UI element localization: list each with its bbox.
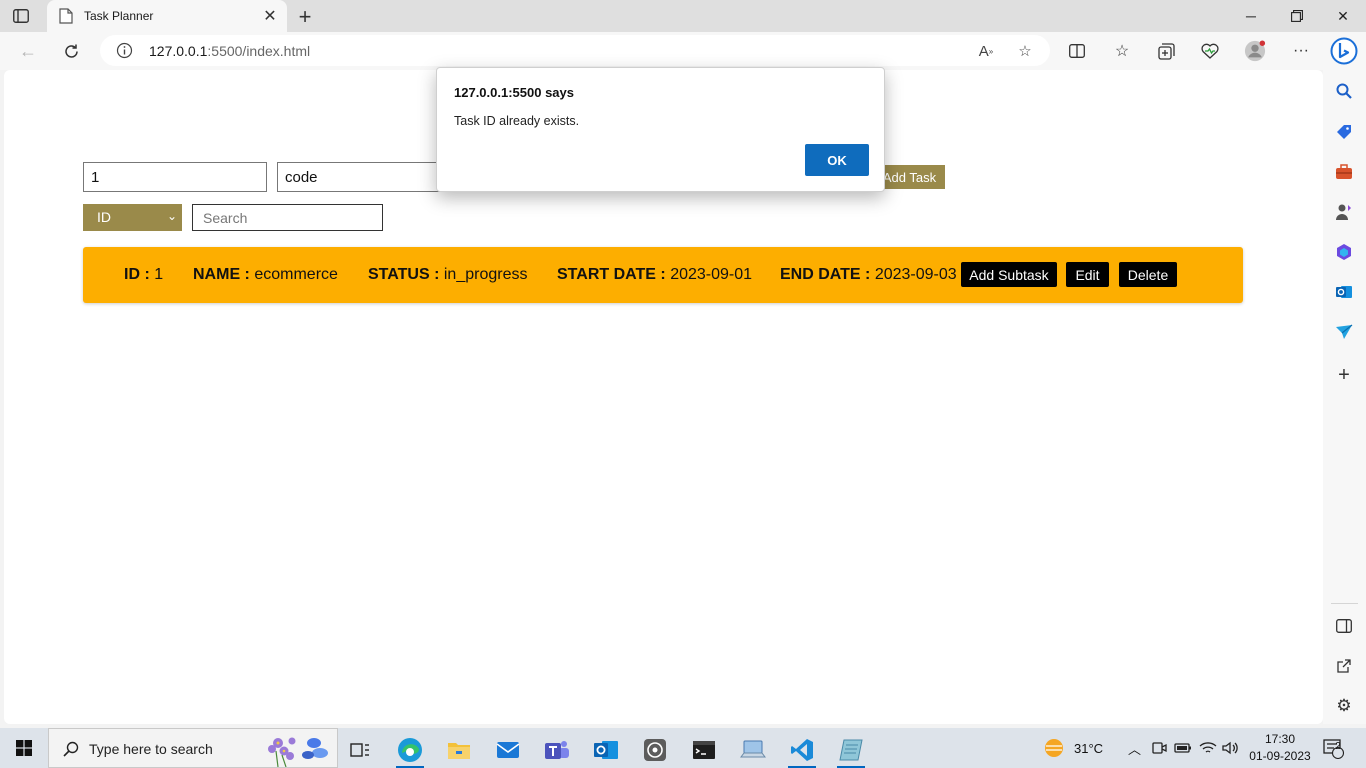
delete-button[interactable]: Delete bbox=[1119, 262, 1177, 287]
tab-actions-icon[interactable] bbox=[12, 7, 30, 25]
close-window-button[interactable]: ✕ bbox=[1320, 0, 1366, 32]
microsoft-365-icon[interactable] bbox=[1333, 241, 1355, 263]
search-icon bbox=[61, 739, 81, 759]
browser-title-bar: Task Planner ✕ + ─ ✕ bbox=[0, 0, 1366, 32]
refresh-button[interactable] bbox=[58, 38, 84, 64]
filter-select-value: ID bbox=[97, 209, 111, 225]
split-screen-icon[interactable] bbox=[1066, 40, 1088, 62]
tools-briefcase-icon[interactable] bbox=[1333, 161, 1355, 183]
dialog-message: Task ID already exists. bbox=[454, 114, 580, 128]
address-bar[interactable]: 127.0.0.1:5500/index.html A» ☆ bbox=[100, 35, 1050, 66]
read-aloud-icon[interactable]: A» bbox=[975, 40, 997, 62]
volume-icon[interactable] bbox=[1221, 728, 1239, 768]
page-icon bbox=[59, 8, 75, 24]
battery-icon[interactable] bbox=[1174, 728, 1192, 768]
add-sidebar-app-icon[interactable]: + bbox=[1333, 364, 1355, 386]
notification-count: 2 bbox=[1335, 741, 1341, 752]
games-icon[interactable] bbox=[1333, 201, 1355, 223]
sidebar-divider bbox=[1331, 603, 1358, 604]
task-card: ID : 1 NAME : ecommerce STATUS : in_prog… bbox=[83, 247, 1243, 303]
windows-taskbar: Type here to search 31°C ︿ 17:30 01-09-2… bbox=[0, 728, 1366, 768]
task-start-date-field: START DATE : 2023-09-01 bbox=[557, 266, 753, 283]
remote-desktop-icon[interactable] bbox=[733, 732, 773, 768]
clock-date: 01-09-2023 bbox=[1249, 749, 1311, 763]
ok-button[interactable]: OK bbox=[805, 144, 869, 176]
browser-essentials-icon[interactable] bbox=[1199, 40, 1221, 62]
notes-app-icon[interactable] bbox=[831, 732, 871, 768]
teams-icon[interactable] bbox=[537, 732, 577, 768]
browser-tab[interactable]: Task Planner ✕ bbox=[47, 0, 287, 32]
send-icon[interactable] bbox=[1333, 321, 1355, 343]
task-id-input[interactable] bbox=[83, 162, 267, 192]
task-view-icon[interactable] bbox=[340, 732, 380, 768]
edge-browser-icon[interactable] bbox=[390, 732, 430, 768]
search-icon[interactable] bbox=[1333, 80, 1355, 102]
site-info-icon[interactable] bbox=[116, 42, 133, 59]
task-name-input[interactable] bbox=[277, 162, 461, 192]
alert-dialog: 127.0.0.1:5500 says Task ID already exis… bbox=[436, 67, 885, 192]
bing-chat-icon[interactable] bbox=[1330, 36, 1358, 66]
chevron-down-icon: ⌄ bbox=[166, 209, 177, 223]
filter-select[interactable]: ID ⌄ bbox=[83, 204, 182, 231]
dialog-title: 127.0.0.1:5500 says bbox=[454, 85, 574, 100]
more-menu-icon[interactable]: ··· bbox=[1290, 40, 1312, 62]
shopping-tag-icon[interactable] bbox=[1333, 121, 1355, 143]
edge-sidebar: + ⚙ bbox=[1323, 70, 1366, 724]
task-id-field: ID : 1 bbox=[124, 266, 164, 283]
search-highlight-flowers-icon bbox=[264, 731, 336, 768]
collections-icon[interactable] bbox=[1155, 40, 1177, 62]
open-external-icon[interactable] bbox=[1333, 655, 1355, 677]
favorite-star-icon[interactable]: ☆ bbox=[1014, 40, 1036, 62]
outlook-icon[interactable] bbox=[1333, 281, 1355, 303]
notifications-icon[interactable]: 2 bbox=[1322, 728, 1344, 768]
outlook-icon[interactable] bbox=[586, 732, 626, 768]
task-end-date-field: END DATE : 2023-09-03 bbox=[780, 266, 957, 283]
weather-widget[interactable]: 31°C bbox=[1042, 728, 1103, 768]
browser-toolbar: ← 127.0.0.1:5500/index.html A» ☆ ☆ ··· bbox=[0, 32, 1366, 70]
windows-start-icon[interactable] bbox=[0, 728, 48, 768]
meet-now-icon[interactable] bbox=[1151, 728, 1167, 768]
vs-code-icon[interactable] bbox=[782, 732, 822, 768]
settings-gear-icon[interactable]: ⚙ bbox=[1333, 695, 1355, 717]
search-input[interactable]: Search bbox=[192, 204, 383, 231]
profile-avatar[interactable] bbox=[1244, 40, 1266, 62]
system-clock[interactable]: 17:30 01-09-2023 bbox=[1246, 731, 1314, 765]
taskbar-search-box[interactable]: Type here to search bbox=[48, 728, 338, 768]
task-status-field: STATUS : in_progress bbox=[368, 266, 528, 283]
file-explorer-icon[interactable] bbox=[439, 732, 479, 768]
url-text[interactable]: 127.0.0.1:5500/index.html bbox=[149, 43, 310, 59]
restore-button[interactable] bbox=[1274, 0, 1320, 32]
close-tab-icon[interactable]: ✕ bbox=[261, 7, 279, 25]
edit-button[interactable]: Edit bbox=[1066, 262, 1109, 287]
new-tab-button[interactable]: + bbox=[293, 4, 317, 29]
hide-sidebar-icon[interactable] bbox=[1333, 615, 1355, 637]
whatsapp-icon[interactable] bbox=[635, 732, 675, 768]
wifi-icon[interactable] bbox=[1199, 728, 1217, 768]
clock-time: 17:30 bbox=[1264, 732, 1296, 746]
show-hidden-icons-icon[interactable]: ︿ bbox=[1128, 728, 1141, 768]
favorites-icon[interactable]: ☆ bbox=[1111, 40, 1133, 62]
tab-title: Task Planner bbox=[84, 9, 154, 23]
mail-icon[interactable] bbox=[488, 732, 528, 768]
weather-sun-icon bbox=[1045, 739, 1063, 757]
search-placeholder: Type here to search bbox=[89, 741, 213, 757]
terminal-icon[interactable] bbox=[684, 732, 724, 768]
temperature: 31°C bbox=[1074, 740, 1104, 756]
task-name-field: NAME : ecommerce bbox=[193, 266, 338, 283]
back-button[interactable]: ← bbox=[15, 38, 41, 64]
minimize-button[interactable]: ─ bbox=[1228, 0, 1274, 32]
add-subtask-button[interactable]: Add Subtask bbox=[961, 262, 1057, 287]
